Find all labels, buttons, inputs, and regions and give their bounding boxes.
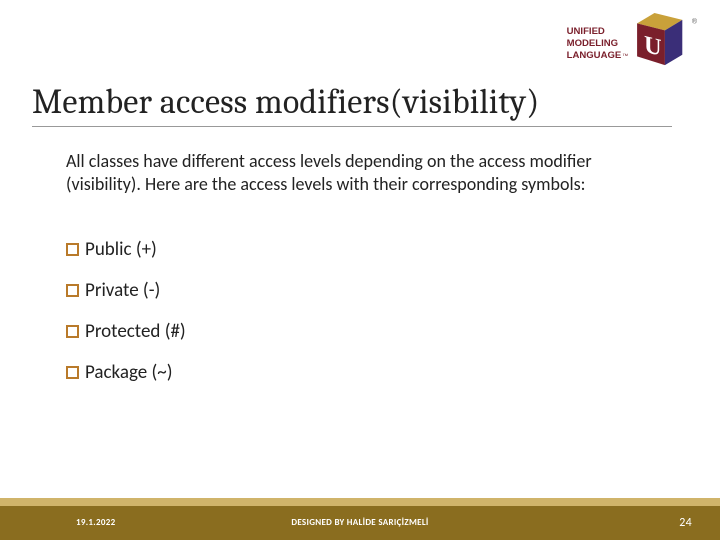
bullet-label: Protected (#) [85, 320, 186, 343]
square-bullet-icon [66, 243, 79, 256]
slide-title: Member access modifiers(visibility) [32, 82, 672, 127]
footer-author: DESIGNED BY HALİDE SARIÇİZMELİ [0, 517, 720, 528]
square-bullet-icon [66, 284, 79, 297]
footer-accent-stripe [0, 498, 720, 506]
intro-paragraph: All classes have different access levels… [66, 150, 626, 196]
logo-registered: ® [692, 17, 697, 25]
footer: 19.1.2022 DESIGNED BY HALİDE SARIÇİZMELİ… [0, 480, 720, 540]
list-item: Private (-) [66, 279, 626, 302]
list-item: Package (~) [66, 361, 626, 384]
bullet-list: Public (+) Private (-) Protected (#) Pac… [66, 238, 626, 402]
logo-u-letter: U [644, 31, 662, 62]
square-bullet-icon [66, 325, 79, 338]
uml-cube-icon: U [637, 13, 682, 65]
bullet-label: Public (+) [85, 238, 157, 261]
footer-page-number: 24 [679, 516, 692, 530]
bullet-label: Package (~) [85, 361, 172, 384]
uml-logo: UNIFIED MODELING LANGUAGE ™ U ® [556, 6, 706, 86]
bullet-label: Private (-) [85, 279, 160, 302]
footer-main-bar: 19.1.2022 DESIGNED BY HALİDE SARIÇİZMELİ… [0, 506, 720, 540]
logo-tm: ™ [622, 53, 628, 60]
list-item: Public (+) [66, 238, 626, 261]
logo-text-modeling: MODELING [567, 38, 618, 49]
logo-text-language: LANGUAGE [567, 50, 622, 61]
list-item: Protected (#) [66, 320, 626, 343]
logo-text-unified: UNIFIED [567, 26, 605, 37]
square-bullet-icon [66, 366, 79, 379]
